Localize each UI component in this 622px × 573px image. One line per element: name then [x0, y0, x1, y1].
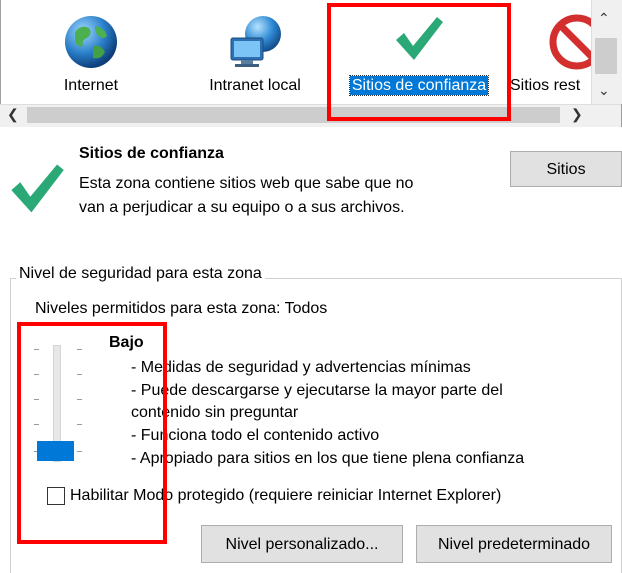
globe-icon	[63, 14, 119, 75]
level-desc-line: - Medidas de seguridad y advertencias mí…	[131, 359, 471, 376]
scroll-up-icon[interactable]: ⌃	[598, 10, 610, 27]
restricted-icon	[549, 14, 593, 75]
scroll-right-icon[interactable]: ❯	[571, 106, 583, 123]
zone-intranet[interactable]: Intranet local	[193, 0, 317, 104]
highlight-box-zone	[327, 3, 511, 121]
custom-level-button[interactable]: Nivel personalizado...	[201, 525, 403, 563]
level-desc-line: - Apropiado para sitios en los que tiene…	[131, 450, 525, 467]
allowed-levels-text: Niveles permitidos para esta zona: Todos	[35, 300, 328, 317]
zone-label-internet: Internet	[63, 77, 119, 94]
intranet-icon	[225, 14, 285, 75]
zone-info-checkmark-icon	[8, 160, 66, 223]
zone-description-line1: Esta zona contiene sitios web que sabe q…	[79, 175, 414, 192]
security-group-title: Nivel de seguridad para esta zona	[16, 265, 265, 283]
zone-title: Sitios de confianza	[79, 145, 224, 162]
scroll-down-icon[interactable]: ⌄	[598, 82, 610, 99]
highlight-box-slider	[17, 322, 167, 544]
default-level-button[interactable]: Nivel predeterminado	[416, 525, 612, 563]
zone-description-line2: van a perjudicar a su equipo o a sus arc…	[79, 199, 405, 216]
scroll-left-icon[interactable]: ❮	[7, 106, 19, 123]
zone-restricted[interactable]: Sitios rest	[507, 0, 593, 104]
zone-internet[interactable]: Internet	[41, 0, 141, 104]
level-desc-line: - Funciona todo el contenido activo	[131, 427, 380, 444]
vertical-scroll-thumb[interactable]	[595, 38, 617, 74]
level-desc-line: - Puede descargarse y ejecutarse la mayo…	[131, 382, 503, 399]
zone-label-intranet: Intranet local	[209, 77, 301, 94]
sites-button[interactable]: Sitios	[510, 151, 622, 187]
zone-label-restricted: Sitios rest	[510, 77, 581, 94]
